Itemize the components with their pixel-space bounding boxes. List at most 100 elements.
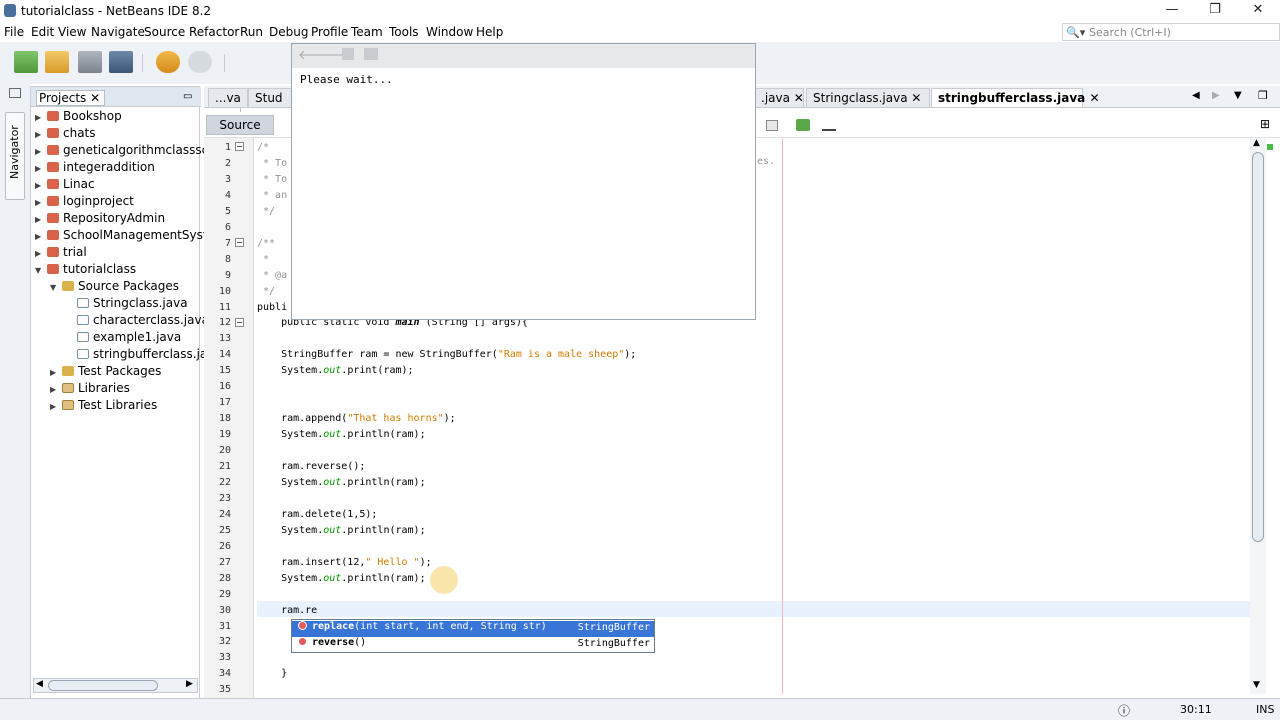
menu-refactor[interactable]: Refactor — [189, 25, 239, 39]
menu-debug[interactable]: Debug — [269, 25, 308, 39]
completion-item[interactable]: reverse() StringBuffer — [292, 637, 654, 653]
expand-toggle-icon[interactable]: ▼ — [50, 283, 60, 292]
maximize-editor-icon[interactable]: ❐ — [1258, 89, 1268, 102]
fold-toggle-icon[interactable]: − — [235, 238, 244, 247]
code-line[interactable]: publi — [257, 302, 287, 313]
scroll-right-icon[interactable]: ▶ — [186, 679, 193, 689]
code-line[interactable]: StringBuffer ram = new StringBuffer("Ram… — [257, 349, 636, 360]
code-line[interactable]: */ — [257, 206, 275, 217]
completion-item[interactable]: replace(int start, int end, String str) S… — [292, 621, 654, 637]
tree-item[interactable]: ▼ Source Packages — [50, 279, 179, 295]
menu-source[interactable]: Source — [144, 25, 185, 39]
open-project-icon[interactable] — [78, 51, 102, 73]
code-line[interactable]: System.out.println(ram); — [257, 477, 426, 488]
menu-run[interactable]: Run — [240, 25, 263, 39]
code-line[interactable]: ram.insert(12," Hello "); — [257, 557, 432, 568]
save-all-icon[interactable] — [109, 51, 133, 73]
expand-toggle-icon[interactable]: ▶ — [35, 232, 45, 241]
minimize-button[interactable]: — — [1150, 2, 1194, 20]
code-line[interactable]: * an — [257, 190, 287, 201]
code-line[interactable]: System.out.println(ram); — [257, 573, 426, 584]
close-icon[interactable]: ✕ — [911, 91, 921, 105]
tab-stringclass[interactable]: Stringclass.java ✕ — [806, 88, 930, 108]
fold-toggle-icon[interactable]: − — [235, 318, 244, 327]
menu-edit[interactable]: Edit — [31, 25, 54, 39]
toggle-rectangular-selection-icon[interactable] — [766, 120, 778, 131]
code-line[interactable]: * @a — [257, 270, 287, 281]
notifications-icon[interactable]: ⓘ — [1118, 702, 1130, 719]
code-line[interactable]: System.out.print(ram); — [257, 365, 413, 376]
tree-item[interactable]: ▶ RepositoryAdmin — [35, 211, 165, 227]
tree-item[interactable]: Stringclass.java — [65, 296, 188, 312]
close-icon[interactable]: ✕ — [794, 91, 804, 105]
scroll-thumb[interactable] — [48, 680, 158, 691]
tab-projects[interactable]: Projects ✕ — [36, 90, 106, 106]
menu-profile[interactable]: Profile — [311, 25, 348, 39]
tree-item[interactable]: ▶ geneticalgorithmclasssc — [35, 143, 208, 159]
expand-toggle-icon[interactable]: ▶ — [35, 249, 45, 258]
code-line[interactable]: */ — [257, 286, 275, 297]
tab-file-1[interactable]: ...va — [208, 88, 248, 108]
tree-item[interactable]: ▶ trial — [35, 245, 87, 261]
code-line[interactable]: /** — [257, 238, 275, 249]
code-line[interactable]: System.out.println(ram); — [257, 429, 426, 440]
search-input[interactable]: 🔍▾ Search (Ctrl+I) — [1062, 23, 1280, 41]
code-line[interactable]: ram.append("That has horns"); — [257, 413, 456, 424]
code-line[interactable]: ram.delete(1,5); — [257, 509, 377, 520]
tree-item[interactable]: ▶ Libraries — [50, 381, 130, 397]
code-line[interactable]: System.out.println(ram); — [257, 525, 426, 536]
menu-tools[interactable]: Tools — [389, 25, 419, 39]
open-in-browser-icon[interactable] — [364, 48, 378, 60]
tree-item[interactable]: ▶ Bookshop — [35, 109, 122, 125]
tree-item[interactable]: ▶ loginproject — [35, 194, 134, 210]
navigator-tab[interactable]: Navigator — [5, 112, 25, 200]
expand-toggle-icon[interactable]: ▶ — [35, 147, 45, 156]
new-project-icon[interactable] — [45, 51, 69, 73]
code-line[interactable]: /* — [257, 142, 269, 153]
expand-toggle-icon[interactable]: ▶ — [35, 181, 45, 190]
code-line[interactable]: ram.reverse(); — [257, 461, 365, 472]
expand-toggle-icon[interactable]: ▶ — [35, 198, 45, 207]
new-file-icon[interactable] — [14, 51, 38, 73]
scroll-up-icon[interactable]: ▲ — [1253, 138, 1260, 148]
tree-item[interactable]: ▶ Test Libraries — [50, 398, 157, 414]
scroll-tabs-left-icon[interactable]: ◀ — [1192, 90, 1200, 101]
tree-item[interactable]: characterclass.java — [65, 313, 209, 329]
split-editor-icon[interactable]: ⊞ — [1260, 117, 1270, 131]
tree-item[interactable]: ▶ SchoolManagementSyste — [35, 228, 215, 244]
menu-window[interactable]: Window — [426, 25, 473, 39]
code-line[interactable]: } — [257, 668, 287, 679]
source-view-button[interactable]: Source — [206, 115, 274, 135]
expand-toggle-icon[interactable]: ▶ — [35, 164, 45, 173]
tab-file-2[interactable]: Stud — [248, 88, 294, 108]
redo-icon[interactable] — [188, 51, 212, 73]
tree-item[interactable]: ▶ integeraddition — [35, 160, 155, 176]
menu-view[interactable]: View — [58, 25, 86, 39]
tree-item[interactable]: ▼ tutorialclass — [35, 262, 136, 278]
expand-toggle-icon[interactable]: ▶ — [50, 385, 60, 394]
show-opened-documents-icon[interactable]: ▼ — [1234, 90, 1242, 101]
fold-toggle-icon[interactable]: − — [235, 142, 244, 151]
code-line[interactable]: * To — [257, 158, 287, 169]
tree-item[interactable]: ▶ Linac — [35, 177, 95, 193]
tab-stringbufferclass[interactable]: stringbufferclass.java ✕ — [931, 88, 1100, 108]
tree-item[interactable]: ▶ chats — [35, 126, 96, 142]
code-line[interactable]: * — [257, 254, 269, 265]
tab-file-3[interactable]: .java ✕ — [754, 88, 804, 108]
code-completion-list[interactable]: replace(int start, int end, String str) S… — [291, 619, 655, 653]
scroll-tabs-right-icon[interactable]: ▶ — [1212, 90, 1220, 101]
menu-file[interactable]: File — [4, 25, 24, 39]
menu-navigate[interactable]: Navigate — [91, 25, 145, 39]
restore-button[interactable]: ❐ — [1193, 2, 1237, 20]
expand-toggle-icon[interactable]: ▶ — [35, 113, 45, 122]
expand-toggle-icon[interactable]: ▶ — [50, 368, 60, 377]
close-icon[interactable]: ✕ — [90, 91, 100, 105]
expand-toggle-icon[interactable]: ▼ — [35, 266, 45, 275]
expand-toggle-icon[interactable]: ▶ — [35, 215, 45, 224]
minimize-panel-icon[interactable]: ▭ — [183, 91, 192, 102]
close-button[interactable]: ✕ — [1236, 2, 1280, 20]
start-macro-recording-icon[interactable] — [796, 119, 810, 131]
close-icon[interactable]: ✕ — [1089, 91, 1099, 105]
projects-horizontal-scrollbar[interactable]: ◀ ▶ — [33, 678, 198, 693]
editor-vertical-scrollbar[interactable]: ▲ ▼ — [1250, 138, 1266, 694]
